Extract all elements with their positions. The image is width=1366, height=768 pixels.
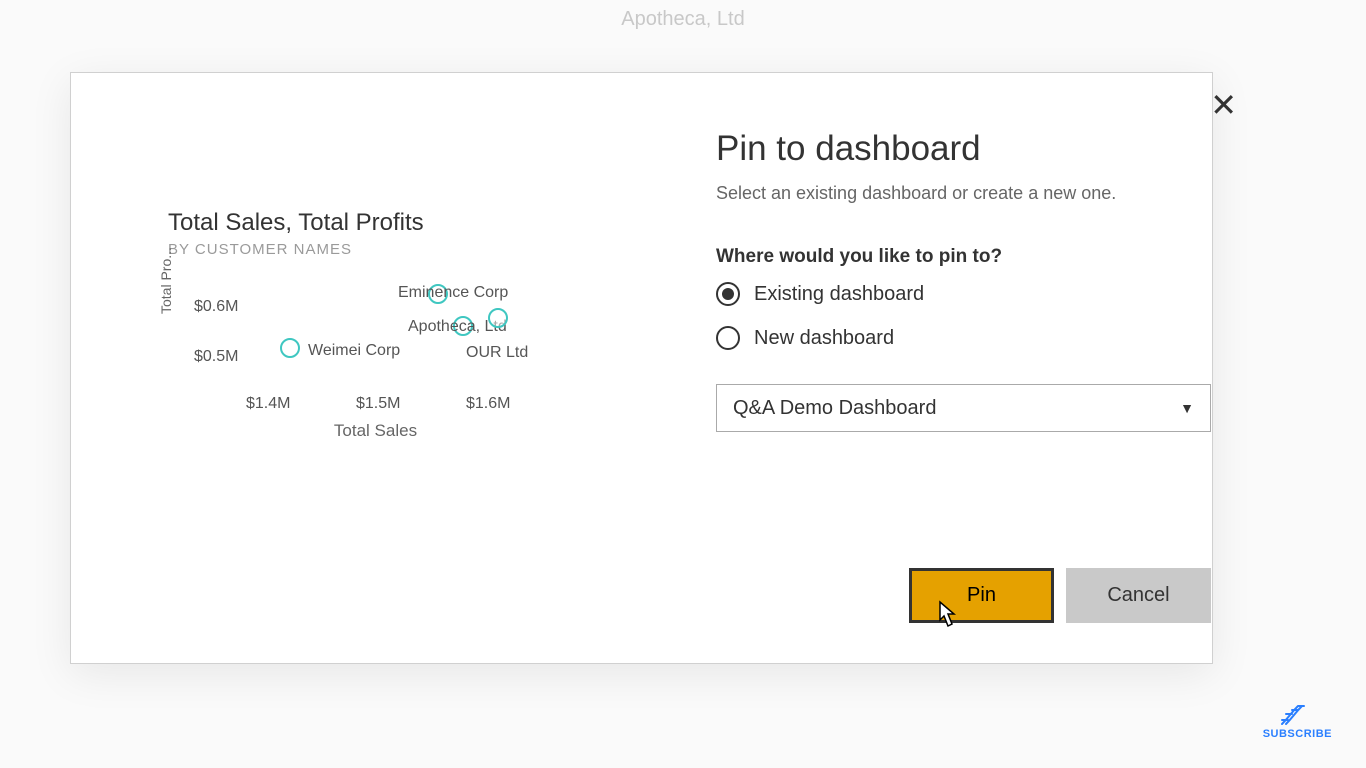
- dialog-form-pane: ✕ Pin to dashboard Select an existing da…: [666, 73, 1271, 663]
- pin-to-dashboard-dialog: Total Sales, Total Profits BY CUSTOMER N…: [70, 72, 1213, 664]
- x-axis-label: Total Sales: [334, 421, 417, 441]
- dialog-subtitle: Select an existing dashboard or create a…: [716, 183, 1211, 204]
- pin-button[interactable]: Pin: [909, 568, 1054, 623]
- subscribe-label: SUBSCRIBE: [1263, 728, 1332, 740]
- radio-icon: [716, 282, 740, 306]
- close-button[interactable]: ✕: [1200, 83, 1247, 127]
- scatter-plot: Total Pro... $0.6M $0.5M $1.4M $1.5M $1.…: [168, 276, 583, 441]
- y-axis-label: Total Pro...: [158, 247, 174, 314]
- chevron-down-icon: ▼: [1180, 400, 1194, 416]
- close-icon: ✕: [1210, 87, 1237, 123]
- x-tick: $1.5M: [356, 395, 400, 413]
- chart-title: Total Sales, Total Profits: [168, 209, 589, 237]
- x-tick: $1.6M: [466, 395, 510, 413]
- data-point: [488, 308, 508, 328]
- radio-icon: [716, 326, 740, 350]
- radio-label: New dashboard: [754, 327, 894, 350]
- dialog-preview-pane: Total Sales, Total Profits BY CUSTOMER N…: [71, 73, 666, 663]
- radio-label: Existing dashboard: [754, 283, 924, 306]
- data-point-label: Eminence Corp: [398, 284, 508, 302]
- y-tick: $0.5M: [194, 348, 238, 366]
- cancel-button[interactable]: Cancel: [1066, 568, 1211, 623]
- background-company-name: Apotheca, Ltd: [621, 8, 744, 31]
- dna-icon: [1280, 704, 1314, 726]
- chart-subtitle: BY CUSTOMER NAMES: [168, 241, 589, 258]
- dashboard-select[interactable]: Q&A Demo Dashboard ▼: [716, 384, 1211, 432]
- chart-preview-tile: Total Sales, Total Profits BY CUSTOMER N…: [146, 183, 611, 459]
- radio-new-dashboard[interactable]: New dashboard: [716, 326, 1211, 350]
- data-point-label: Weimei Corp: [308, 342, 400, 360]
- data-point: [280, 338, 300, 358]
- subscribe-badge[interactable]: SUBSCRIBE: [1263, 704, 1332, 740]
- pin-target-question: Where would you like to pin to?: [716, 246, 1211, 268]
- dialog-title: Pin to dashboard: [716, 129, 1211, 169]
- dialog-button-row: Pin Cancel: [716, 568, 1211, 633]
- radio-existing-dashboard[interactable]: Existing dashboard: [716, 282, 1211, 306]
- dashboard-select-value: Q&A Demo Dashboard: [733, 397, 936, 420]
- y-tick: $0.6M: [194, 298, 238, 316]
- data-point-label: OUR Ltd: [466, 344, 528, 362]
- x-tick: $1.4M: [246, 395, 290, 413]
